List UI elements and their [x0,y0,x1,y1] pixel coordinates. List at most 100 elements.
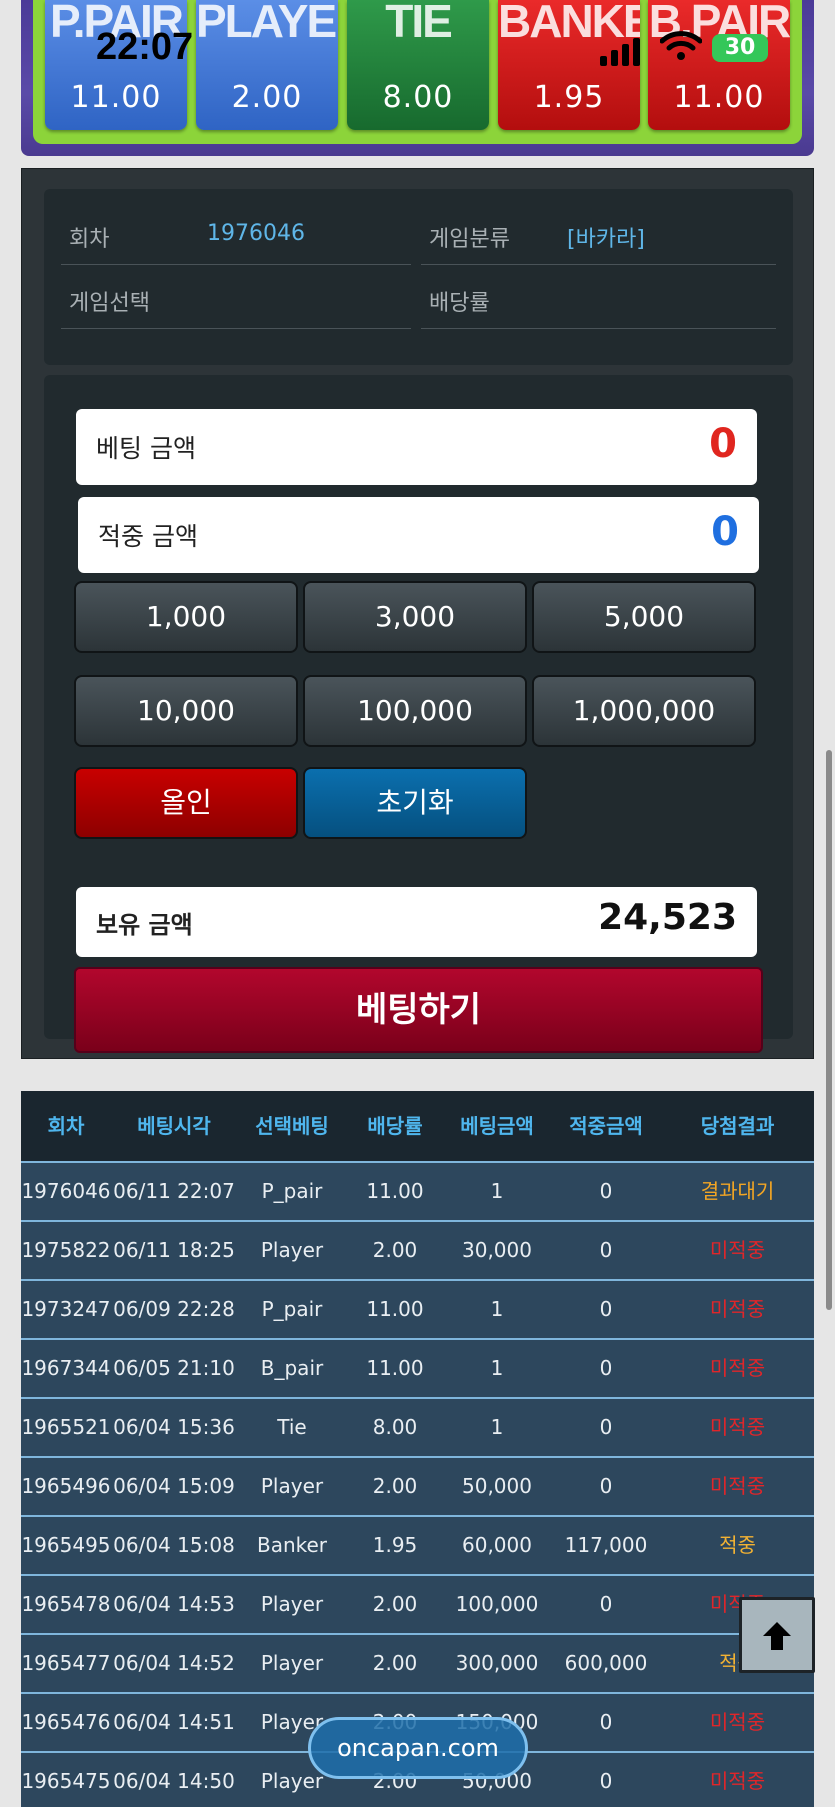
bet-option-odds: 8.00 [382,80,454,115]
table-row: 1976046 06/11 22:07 P_pair 11.00 1 0 결과대기 [21,1161,814,1220]
bet-option-odds: 11.00 [70,80,162,115]
table-row: 1973247 06/09 22:28 P_pair 11.00 1 0 미적중 [21,1279,814,1338]
bet-board-inner: P.PAIR 11.00 PLAYER 2.00 TIE 8.00 BANKER… [33,0,802,144]
column-header-win-amount: 적중금액 [569,1114,643,1138]
bet-option-odds: 2.00 [231,80,303,115]
table-row: 1965477 06/04 14:52 Player 2.00 300,000 600,0… [21,1633,814,1692]
bet-option-tie[interactable]: TIE 8.00 [347,0,489,130]
cell-result: 결과대기 [700,1179,775,1203]
bet-form: 베팅 금액 0 적중 금액 0 1,000 3,000 5,000 10,000… [44,375,793,1053]
bet-amount-value: 0 [709,421,737,467]
cell-bet-time: 06/04 14:50 [113,1769,235,1793]
cell-bet-time: 06/04 14:52 [113,1651,235,1675]
cell-bet-time: 06/09 22:28 [113,1297,235,1321]
balance-label: 보유 금액 [96,911,193,939]
cell-round: 1967344 [21,1356,111,1380]
cell-bet-amount: 1 [490,1356,504,1380]
cell-round: 1975822 [21,1238,111,1262]
chip-button-3000[interactable]: 3,000 [303,581,527,653]
cell-win-amount: 117,000 [564,1533,648,1557]
cell-odds: 2.00 [372,1592,418,1616]
info-odds: 배당률 [421,265,776,329]
cell-win-amount: 0 [599,1238,613,1262]
table-row: 1965521 06/04 15:36 Tie 8.00 1 0 미적중 [21,1397,814,1456]
cell-result: 미적중 [709,1710,766,1734]
chip-button-100000[interactable]: 100,000 [303,675,527,747]
cell-bet-amount: 60,000 [462,1533,532,1557]
cell-odds: 2.00 [372,1238,418,1262]
cell-bet-choice: Player [260,1474,324,1498]
cell-result: 적중 [719,1533,756,1557]
bet-amount-field[interactable]: 베팅 금액 0 [76,409,757,485]
cell-round: 1976046 [21,1179,111,1203]
bet-panel: 회차 1976046 게임분류 [바카라] 게임선택 배당률 베팅 금액 0 적… [21,168,814,1059]
cell-bet-amount: 30,000 [462,1238,532,1262]
bet-option-name: PLAYER [196,0,338,47]
cell-round: 1965495 [21,1533,111,1557]
reset-button[interactable]: 초기화 [303,767,527,839]
cell-bet-time: 06/04 14:53 [113,1592,235,1616]
cell-result: 미적중 [709,1297,766,1321]
cell-bet-time: 06/04 15:08 [113,1533,235,1557]
column-header-result: 당첨결과 [700,1114,775,1138]
cell-bet-amount: 1 [490,1297,504,1321]
cell-win-amount: 0 [599,1769,613,1793]
cell-bet-time: 06/05 21:10 [113,1356,235,1380]
column-header-bet-amount: 베팅금액 [460,1114,534,1138]
bet-amount-label: 베팅 금액 [96,434,196,463]
wifi-icon [660,31,702,60]
cell-odds: 11.00 [366,1356,424,1380]
cell-round: 1965477 [21,1651,111,1675]
chip-button-1000000[interactable]: 1,000,000 [532,675,756,747]
cell-result: 미적중 [709,1474,766,1498]
page-scrollbar[interactable] [826,750,832,1310]
bet-history-table: 회차 베팅시각 선택베팅 배당률 베팅금액 적중금액 당첨결과 1976046 06/11 2… [21,1091,814,1807]
cell-win-amount: 600,000 [564,1651,648,1675]
bet-board: P.PAIR 11.00 PLAYER 2.00 TIE 8.00 BANKER… [21,0,814,156]
info-selection-label: 게임선택 [69,291,150,316]
cell-round: 1965475 [21,1769,111,1793]
all-in-button[interactable]: 올인 [74,767,298,839]
chip-button-10000[interactable]: 10,000 [74,675,298,747]
bet-option-name: TIE [385,0,453,47]
cell-result: 미적중 [709,1356,766,1380]
table-row: 1965478 06/04 14:53 Player 2.00 100,000 0 미적중 [21,1574,814,1633]
info-round-label: 회차 [69,227,110,252]
cell-bet-amount: 300,000 [455,1651,539,1675]
column-header-bet-choice: 선택베팅 [255,1114,329,1138]
scroll-to-top-button[interactable] [739,1597,815,1673]
status-icons: 30 [600,30,770,66]
chip-button-5000[interactable]: 5,000 [532,581,756,653]
cell-odds: 8.00 [372,1415,418,1439]
cell-odds: 1.95 [372,1533,418,1557]
game-info-box: 회차 1976046 게임분류 [바카라] 게임선택 배당률 [44,189,793,365]
arrow-up-icon [763,1622,791,1650]
cell-win-amount: 0 [599,1415,613,1439]
cell-bet-time: 06/04 15:09 [113,1474,235,1498]
cell-bet-amount: 100,000 [455,1592,539,1616]
column-header-bet-time: 베팅시각 [137,1114,211,1138]
place-bet-button[interactable]: 베팅하기 [74,967,763,1053]
cell-win-amount: 0 [599,1297,613,1321]
chip-button-1000[interactable]: 1,000 [74,581,298,653]
info-round: 회차 1976046 [61,201,411,265]
cell-round: 1965478 [21,1592,111,1616]
site-badge: oncapan.com [308,1717,528,1779]
cell-bet-choice: Player [260,1651,324,1675]
bet-option-player[interactable]: PLAYER 2.00 [196,0,338,130]
table-row: 1965495 06/04 15:08 Banker 1.95 60,000 117,00… [21,1515,814,1574]
cell-bet-choice: Player [260,1592,324,1616]
cell-win-amount: 0 [599,1474,613,1498]
cell-bet-time: 06/11 22:07 [113,1179,235,1203]
battery-level: 30 [724,35,756,60]
table-header: 회차 베팅시각 선택베팅 배당률 베팅금액 적중금액 당첨결과 [21,1091,814,1161]
cell-bet-choice: P_pair [261,1297,323,1321]
table-row: 1965496 06/04 15:09 Player 2.00 50,000 0 미적중 [21,1456,814,1515]
cell-bet-choice: Player [260,1238,324,1262]
cell-round: 1973247 [21,1297,111,1321]
cell-win-amount: 0 [599,1710,613,1734]
cell-bet-choice: B_pair [260,1356,324,1380]
bet-option-odds: 11.00 [673,80,765,115]
cell-bet-amount: 50,000 [462,1474,532,1498]
cell-result: 미적중 [709,1238,766,1262]
